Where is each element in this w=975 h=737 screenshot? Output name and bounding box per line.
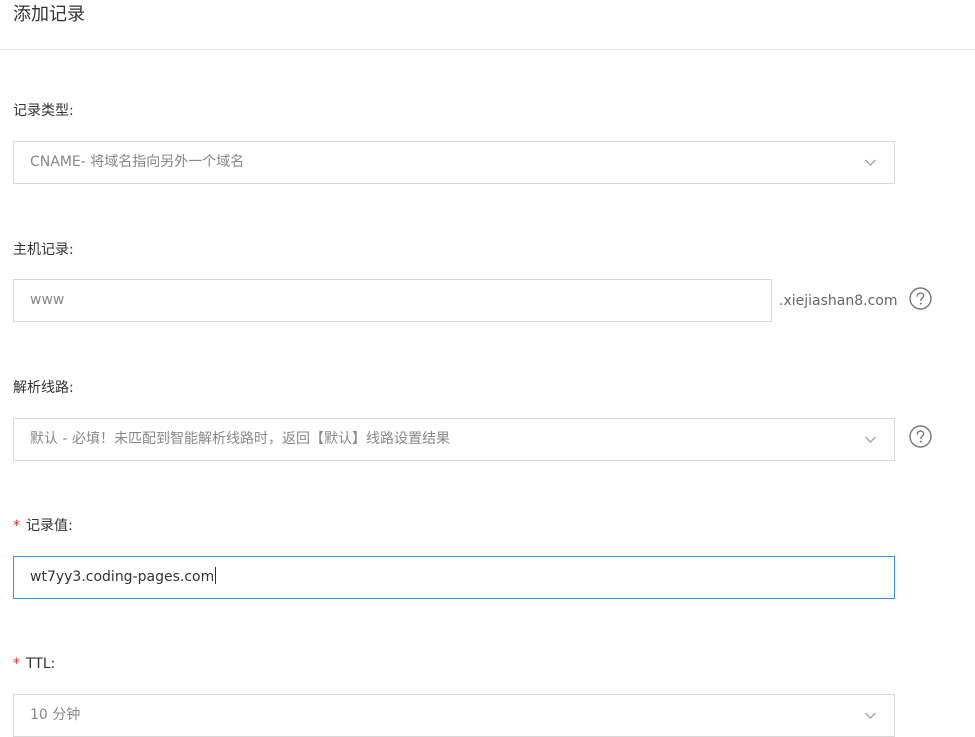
ttl-select[interactable]: 10 分钟	[13, 694, 895, 737]
chevron-down-icon	[865, 434, 876, 445]
help-circle-icon[interactable]	[909, 425, 932, 448]
chevron-down-icon	[865, 157, 876, 168]
record-type-value: CNAME- 将域名指向另外一个域名	[30, 154, 245, 170]
record-type-select[interactable]: CNAME- 将域名指向另外一个域名	[13, 141, 895, 184]
record-value-text-wrap: wt7yy3.coding-pages.com	[30, 557, 217, 598]
host-record-label: 主机记录:	[13, 242, 74, 258]
record-value-input[interactable]: wt7yy3.coding-pages.com	[13, 556, 895, 599]
help-circle-icon[interactable]	[909, 287, 932, 310]
text-caret	[215, 567, 217, 584]
resolve-line-select[interactable]: 默认 - 必填！未匹配到智能解析线路时，返回【默认】线路设置结果	[13, 418, 895, 461]
domain-suffix: .xiejiashan8.com	[779, 293, 898, 309]
host-record-input[interactable]: www	[13, 279, 772, 322]
page-title: 添加记录	[13, 4, 85, 25]
chevron-down-icon	[865, 710, 876, 721]
ttl-label-text: TTL:	[26, 656, 56, 672]
record-type-label: 记录类型:	[13, 103, 74, 119]
dialog-header: 添加记录	[0, 0, 975, 50]
ttl-value: 10 分钟	[30, 707, 81, 723]
required-mark: *	[13, 518, 20, 534]
record-value-label-text: 记录值:	[26, 518, 73, 534]
ttl-label: * TTL:	[13, 655, 55, 673]
resolve-line-value: 默认 - 必填！未匹配到智能解析线路时，返回【默认】线路设置结果	[30, 431, 450, 447]
required-mark: *	[13, 656, 20, 672]
record-value-text: wt7yy3.coding-pages.com	[30, 569, 215, 585]
host-record-value: www	[30, 292, 65, 308]
record-value-label: * 记录值:	[13, 517, 73, 535]
resolve-line-label: 解析线路:	[13, 380, 74, 396]
